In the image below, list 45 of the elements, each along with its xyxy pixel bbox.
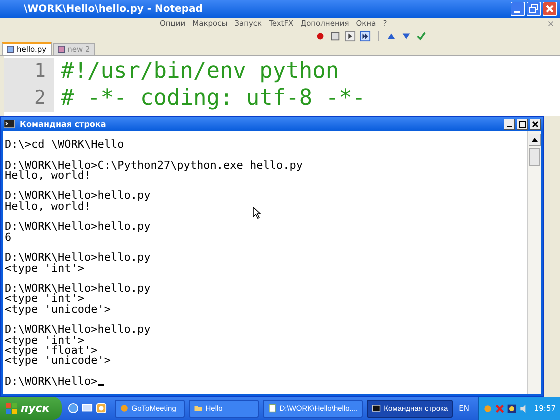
console-line: D:\WORK\Hello>hello.py [5,191,151,202]
close-icon[interactable] [530,118,541,130]
record-icon[interactable] [315,30,326,42]
line-number: 1 [4,58,54,85]
code-line: #!/usr/bin/env python [60,58,340,85]
console-line: D:\WORK\Hello> [5,376,104,388]
desktop-icon[interactable] [82,403,93,414]
console-line: D:\WORK\Hello>hello.py [5,222,151,233]
console-line: 6 [5,232,12,243]
media-icon[interactable] [96,403,107,414]
console-line: <type 'int'> [5,294,84,305]
fast-forward-icon[interactable] [360,30,371,42]
document-icon [268,404,277,413]
console-line: D:\WORK\Hello>hello.py [5,284,151,294]
console-line: Hello, world! [5,170,92,182]
play-icon[interactable] [345,30,356,42]
console-line: Hello, world! [5,202,92,212]
check-icon[interactable] [416,30,427,42]
console-icon [4,120,15,128]
stop-icon[interactable] [330,30,341,42]
start-button[interactable]: пуск [0,397,62,420]
code-line: # -*- coding: utf-8 -*- [60,85,366,112]
mouse-cursor-icon [253,207,261,219]
console-line: D:\>cd \WORK\Hello [5,140,124,150]
console-icon [372,404,382,413]
scroll-up-icon[interactable] [528,134,540,146]
file-icon [58,46,65,53]
console-line: <type 'int'> [5,336,84,346]
console-line: D:\WORK\Hello>hello.py [5,325,151,336]
folder-icon [194,404,203,413]
window-title: Командная строка [20,120,108,128]
flag-icon [6,403,17,414]
maximize-icon[interactable] [517,118,528,130]
console-line: <type 'int'> [5,264,84,274]
scroll-thumb[interactable] [529,148,540,166]
minimize-icon[interactable] [504,118,515,130]
console-line: <type 'float'> [5,346,98,356]
console-line: <type 'unicode'> [5,356,111,367]
restore-icon[interactable] [527,2,541,16]
console-line: D:\WORK\Hello>hello.py [5,253,151,264]
window-title: \WORK\Hello\hello.py - Notepad [24,4,204,14]
file-icon [7,46,14,53]
console-line: D:\WORK\Hello>C:\Python27\python.exe hello.py [5,160,304,171]
console-line: <type 'unicode'> [5,304,111,316]
line-number: 2 [4,85,54,112]
